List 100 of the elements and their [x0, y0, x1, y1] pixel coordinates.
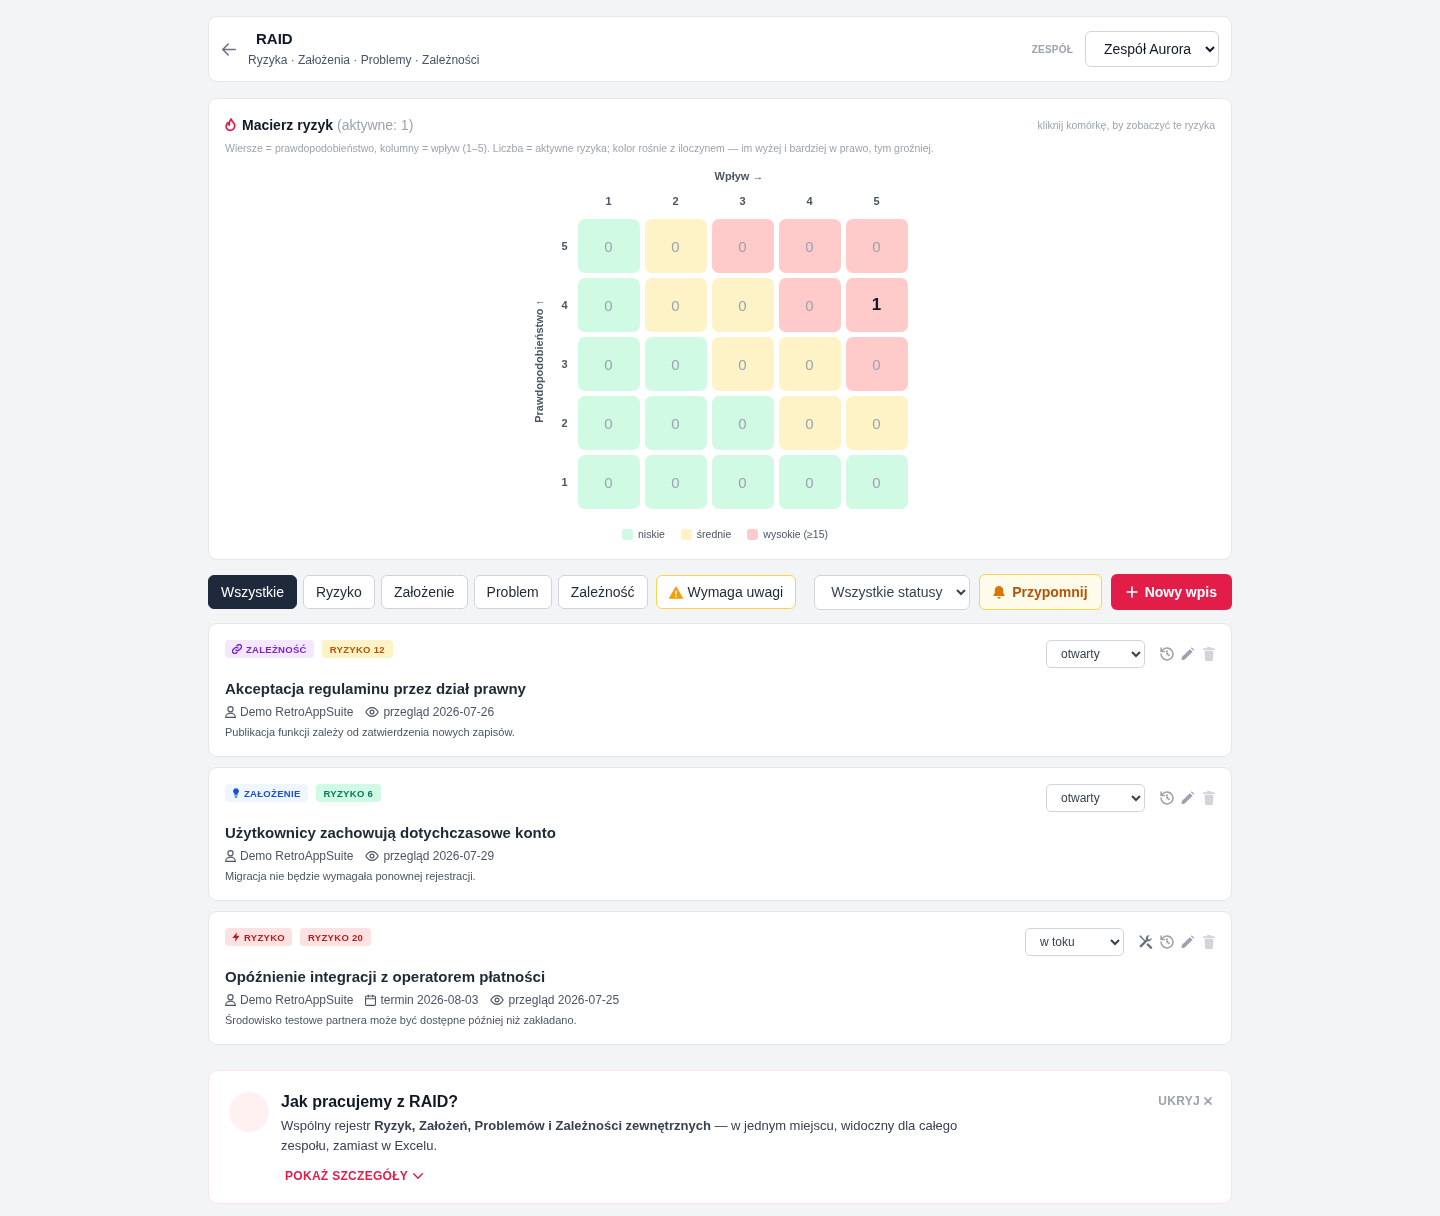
entry-title: Akceptacja regulaminu przez dział prawny — [225, 679, 527, 699]
history-icon[interactable] — [1160, 791, 1174, 805]
status-select[interactable]: otwarty — [1046, 784, 1145, 812]
flame-icon — [225, 118, 237, 132]
user-icon — [225, 994, 236, 1006]
legend-label: średnie — [696, 527, 732, 541]
user-icon — [225, 706, 236, 718]
details-link[interactable]: POKAŻ SZCZEGÓŁY — [285, 1166, 424, 1186]
filter-tab[interactable]: Ryzyko — [303, 575, 375, 609]
matrix-cell[interactable]: 0 — [577, 278, 640, 332]
eye-icon — [365, 851, 380, 861]
matrix-cell[interactable]: 0 — [577, 455, 640, 509]
filter-tab[interactable]: Założenie — [380, 575, 468, 609]
warning-icon — [668, 585, 683, 599]
column-label: 3 — [738, 194, 747, 208]
filter-tab[interactable]: Zależność — [557, 575, 648, 609]
trash-icon[interactable] — [1202, 647, 1216, 661]
matrix-cell[interactable]: 0 — [711, 455, 774, 509]
row-label: 2 — [560, 416, 569, 431]
matrix-cell[interactable]: 0 — [577, 337, 640, 391]
trash-icon[interactable] — [1202, 935, 1216, 949]
matrix-cell[interactable]: 0 — [644, 455, 707, 509]
lightbulb-icon — [232, 788, 240, 798]
matrix-description: Wiersze = prawdopodobieństwo, kolumny = wpływ (1–5). Liczba = aktywne ryzyka; kolor rośnie z iloczynem — im wyżej i bardziej w prawo, tym groźniej. — [225, 141, 935, 155]
hide-button[interactable]: UKRYJ — [1158, 1094, 1212, 1108]
pencil-icon[interactable] — [1181, 935, 1195, 949]
new-entry-button[interactable]: Nowy wpis — [1110, 574, 1232, 610]
matrix-title: Macierz ryzyk — [242, 117, 334, 133]
matrix-cell[interactable]: 0 — [845, 396, 908, 450]
risk-score: RYZYKO 6 — [315, 784, 382, 802]
row-label: 3 — [560, 357, 569, 372]
matrix-cell[interactable]: 0 — [711, 396, 774, 450]
page-title: RAID — [256, 30, 293, 48]
risk-score: RYZYKO 20 — [300, 928, 372, 946]
meta-text: przegląd 2026-07-29 — [383, 848, 495, 864]
history-icon[interactable] — [1160, 647, 1174, 661]
calendar-icon — [365, 994, 377, 1006]
entry-description: Środowisko testowe partnera może być dostępne później niż zakładano. — [225, 1013, 578, 1028]
matrix-cell[interactable]: 0 — [711, 278, 774, 332]
matrix-cell[interactable]: 0 — [711, 219, 774, 273]
matrix-cell[interactable]: 0 — [778, 455, 841, 509]
status-filter-select[interactable]: Wszystkie statusy — [814, 574, 971, 610]
meta-text: termin 2026-08-03 — [380, 992, 479, 1008]
pencil-icon[interactable] — [1181, 791, 1195, 805]
entry-description: Publikacja funkcji zależy od zatwierdzenia nowych zapisów. — [225, 725, 516, 740]
meta-text: Demo RetroAppSuite — [240, 848, 354, 864]
column-label: 4 — [805, 194, 814, 208]
meta-text: przegląd 2026-07-25 — [508, 992, 620, 1008]
eye-icon — [490, 995, 505, 1005]
type-label: RYZYKO — [244, 931, 286, 943]
matrix-cell[interactable]: 0 — [778, 278, 841, 332]
swatch-icon — [747, 528, 759, 540]
row-label: 5 — [560, 239, 569, 254]
matrix-cell[interactable]: 0 — [644, 396, 707, 450]
axis-title: Wpływ → — [714, 169, 764, 183]
type-label: ZAŁOŻENIE — [244, 787, 301, 799]
matrix-cell[interactable]: 0 — [644, 337, 707, 391]
legend-label: niskie — [638, 527, 665, 541]
matrix-cell[interactable]: 0 — [711, 337, 774, 391]
meta-text: Demo RetroAppSuite — [240, 704, 354, 720]
matrix-cell[interactable]: 0 — [778, 396, 841, 450]
filter-tab[interactable]: Wszystkie — [208, 575, 297, 609]
info-text: Wspólny rejestr Ryzyk, Założeń, Problemów i Zależności zewnętrznych — w jednym miejscu, widoczny dla całego zespołu, zamiast w Excelu. — [281, 1117, 959, 1155]
type-label: ZALEŻNOŚĆ — [246, 643, 307, 655]
team-select[interactable]: Zespół Aurora — [1085, 31, 1219, 67]
trash-icon[interactable] — [1202, 791, 1216, 805]
tools-icon[interactable] — [1139, 935, 1153, 949]
matrix-cell[interactable]: 0 — [577, 396, 640, 450]
row-label: 4 — [560, 298, 569, 313]
filter-tab[interactable]: Problem — [473, 575, 552, 609]
chevron-down-icon — [413, 1173, 424, 1179]
column-label: 5 — [872, 194, 881, 208]
back-arrow-icon[interactable] — [222, 42, 236, 56]
page-subtitle: Ryzyka · Założenia · Problemy · Zależności — [248, 52, 480, 68]
filter-tab[interactable]: Wymaga uwagi — [655, 575, 797, 609]
matrix-cell[interactable]: 1 — [845, 278, 908, 332]
swatch-icon — [622, 528, 633, 540]
legend-label: wysokie (≥15) — [763, 527, 828, 541]
matrix-cell[interactable]: 0 — [845, 455, 908, 509]
remind-button[interactable]: Przypomnij — [979, 574, 1102, 610]
entry-description: Migracja nie będzie wymagała ponownej rejestracji. — [225, 869, 477, 884]
status-select[interactable]: w toku — [1025, 928, 1124, 956]
meta-text: przegląd 2026-07-26 — [383, 704, 495, 720]
matrix-cell[interactable]: 0 — [845, 337, 908, 391]
eye-icon — [365, 707, 380, 717]
lightning-icon — [232, 932, 240, 942]
matrix-cell[interactable]: 0 — [778, 219, 841, 273]
swatch-icon — [680, 528, 692, 540]
column-label: 1 — [604, 194, 613, 208]
close-icon — [1204, 1097, 1212, 1105]
axis-title: Prawdopodobieństwo ↑ — [532, 300, 545, 423]
matrix-cell[interactable]: 0 — [644, 278, 707, 332]
matrix-cell[interactable]: 0 — [845, 219, 908, 273]
matrix-cell[interactable]: 0 — [778, 337, 841, 391]
status-select[interactable]: otwarty — [1046, 640, 1145, 668]
matrix-cell[interactable]: 0 — [644, 219, 707, 273]
matrix-cell[interactable]: 0 — [577, 219, 640, 273]
pencil-icon[interactable] — [1181, 647, 1195, 661]
history-icon[interactable] — [1160, 935, 1174, 949]
bell-icon — [993, 585, 1006, 599]
